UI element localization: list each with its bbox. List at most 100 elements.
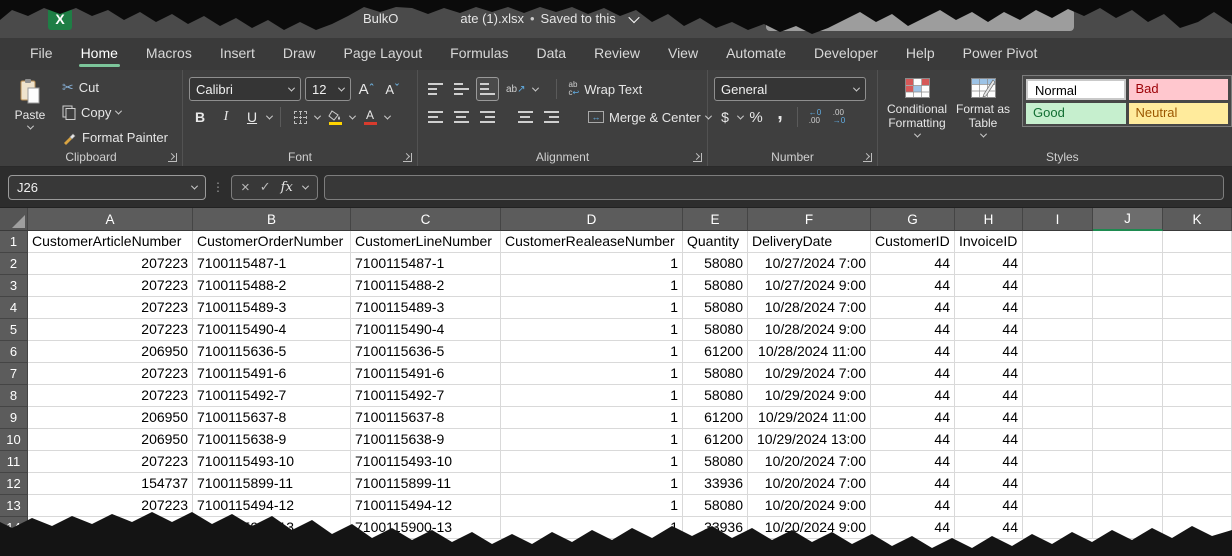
cell-B1[interactable]: CustomerOrderNumber <box>193 231 351 253</box>
cell-C13[interactable]: 7100115494-12 <box>351 495 501 517</box>
column-header-E[interactable]: E <box>683 208 748 231</box>
cell-A3[interactable]: 207223 <box>28 275 193 297</box>
cell-A2[interactable]: 207223 <box>28 253 193 275</box>
tab-macros[interactable]: Macros <box>132 38 206 70</box>
clipboard-dialog-launcher[interactable] <box>168 153 177 162</box>
cell-K8[interactable] <box>1163 385 1232 407</box>
cell-A11[interactable]: 207223 <box>28 451 193 473</box>
cell-E4[interactable]: 58080 <box>683 297 748 319</box>
cell-F8[interactable]: 10/29/2024 9:00 <box>748 385 871 407</box>
cell-B8[interactable]: 7100115492-7 <box>193 385 351 407</box>
cell-B9[interactable]: 7100115637-8 <box>193 407 351 429</box>
cell-A1[interactable]: CustomerArticleNumber <box>28 231 193 253</box>
paste-button[interactable]: Paste <box>6 75 54 150</box>
cell-C5[interactable]: 7100115490-4 <box>351 319 501 341</box>
cell-C10[interactable]: 7100115638-9 <box>351 429 501 451</box>
cell-F6[interactable]: 10/28/2024 11:00 <box>748 341 871 363</box>
cell-E9[interactable]: 61200 <box>683 407 748 429</box>
cell-D2[interactable]: 1 <box>501 253 683 275</box>
cell-E8[interactable]: 58080 <box>683 385 748 407</box>
cell-I3[interactable] <box>1023 275 1093 297</box>
decrease-decimal-button[interactable]: .00→0 <box>828 105 850 129</box>
cancel-button[interactable]: × <box>241 179 250 196</box>
cell-G1[interactable]: CustomerID <box>871 231 955 253</box>
cell-J8[interactable] <box>1093 385 1163 407</box>
name-box[interactable]: J26 <box>8 175 206 200</box>
row-header-1[interactable]: 1 <box>0 231 28 253</box>
cell-F2[interactable]: 10/27/2024 7:00 <box>748 253 871 275</box>
cell-H8[interactable]: 44 <box>955 385 1023 407</box>
cell-H4[interactable]: 44 <box>955 297 1023 319</box>
currency-format-button[interactable]: $ <box>714 105 736 129</box>
cell-I12[interactable] <box>1023 473 1093 495</box>
select-all-corner[interactable] <box>0 208 28 231</box>
cell-H3[interactable]: 44 <box>955 275 1023 297</box>
cell-C14[interactable]: 7100115900-13 <box>351 517 501 539</box>
cell-H10[interactable]: 44 <box>955 429 1023 451</box>
column-header-D[interactable]: D <box>501 208 683 231</box>
cell-J2[interactable] <box>1093 253 1163 275</box>
row-header-6[interactable]: 6 <box>0 341 28 363</box>
cell-G9[interactable]: 44 <box>871 407 955 429</box>
cell-G12[interactable]: 44 <box>871 473 955 495</box>
row-header-8[interactable]: 8 <box>0 385 28 407</box>
cell-G8[interactable]: 44 <box>871 385 955 407</box>
column-header-F[interactable]: F <box>748 208 871 231</box>
tab-draw[interactable]: Draw <box>269 38 330 70</box>
cell-C2[interactable]: 7100115487-1 <box>351 253 501 275</box>
formula-bar-grip[interactable]: ⋮ <box>212 180 225 194</box>
underline-button[interactable]: U <box>241 105 263 129</box>
currency-chevron-down-icon[interactable] <box>737 112 744 119</box>
row-header-11[interactable]: 11 <box>0 451 28 473</box>
cell-F1[interactable]: DeliveryDate <box>748 231 871 253</box>
cell-J3[interactable] <box>1093 275 1163 297</box>
cell-E12[interactable]: 33936 <box>683 473 748 495</box>
cut-button[interactable]: ✂ Cut <box>58 75 172 100</box>
cell-B3[interactable]: 7100115488-2 <box>193 275 351 297</box>
style-neutral[interactable]: Neutral <box>1129 103 1229 124</box>
cell-A4[interactable]: 207223 <box>28 297 193 319</box>
align-left-button[interactable] <box>424 105 446 129</box>
cell-I1[interactable] <box>1023 231 1093 253</box>
borders-chevron-down-icon[interactable] <box>314 112 321 119</box>
cell-D11[interactable]: 1 <box>501 451 683 473</box>
row-header-14[interactable]: 14 <box>0 517 28 539</box>
style-bad[interactable]: Bad <box>1129 79 1229 100</box>
cell-C11[interactable]: 7100115493-10 <box>351 451 501 473</box>
cell-E5[interactable]: 58080 <box>683 319 748 341</box>
row-header-5[interactable]: 5 <box>0 319 28 341</box>
cell-I4[interactable] <box>1023 297 1093 319</box>
cell-H6[interactable]: 44 <box>955 341 1023 363</box>
cell-I14[interactable] <box>1023 517 1093 539</box>
underline-chevron-down-icon[interactable] <box>266 112 273 119</box>
cell-K11[interactable] <box>1163 451 1232 473</box>
cell-K6[interactable] <box>1163 341 1232 363</box>
format-painter-button[interactable]: Format Painter <box>58 125 172 150</box>
cell-F7[interactable]: 10/29/2024 7:00 <box>748 363 871 385</box>
cell-I10[interactable] <box>1023 429 1093 451</box>
cell-J14[interactable] <box>1093 517 1163 539</box>
cell-E3[interactable]: 58080 <box>683 275 748 297</box>
cell-D8[interactable]: 1 <box>501 385 683 407</box>
cell-J6[interactable] <box>1093 341 1163 363</box>
bold-button[interactable]: B <box>189 105 211 129</box>
style-good[interactable]: Good <box>1026 103 1126 124</box>
cell-K3[interactable] <box>1163 275 1232 297</box>
cell-I2[interactable] <box>1023 253 1093 275</box>
merge-center-button[interactable]: ↔ Merge & Center <box>584 105 715 130</box>
cell-G11[interactable]: 44 <box>871 451 955 473</box>
cell-K13[interactable] <box>1163 495 1232 517</box>
tab-help[interactable]: Help <box>892 38 949 70</box>
cell-D9[interactable]: 1 <box>501 407 683 429</box>
cell-J10[interactable] <box>1093 429 1163 451</box>
cell-A5[interactable]: 207223 <box>28 319 193 341</box>
cell-K1[interactable] <box>1163 231 1232 253</box>
cell-C8[interactable]: 7100115492-7 <box>351 385 501 407</box>
cell-E7[interactable]: 58080 <box>683 363 748 385</box>
excel-logo-icon[interactable]: X <box>48 8 72 30</box>
cell-A13[interactable]: 207223 <box>28 495 193 517</box>
orientation-chevron-down-icon[interactable] <box>531 84 538 91</box>
cell-E13[interactable]: 58080 <box>683 495 748 517</box>
cell-B14[interactable]: 7100115900-13 <box>193 517 351 539</box>
title-chevron-down-icon[interactable] <box>630 11 638 26</box>
